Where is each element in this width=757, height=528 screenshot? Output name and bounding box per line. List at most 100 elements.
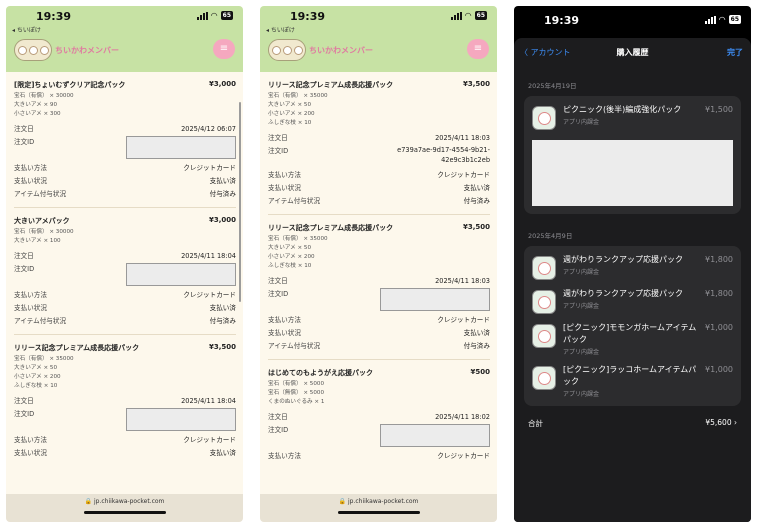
item-price: ¥1,800 — [705, 289, 733, 298]
order-detail: 大きいアメ × 100 — [14, 238, 61, 244]
grant-label: アイテム付与状況 — [268, 197, 321, 205]
order-price: ¥3,500 — [462, 223, 490, 231]
menu-button[interactable]: ≡ — [213, 39, 235, 59]
payment-label: 支払い方法 — [14, 164, 47, 172]
order-date: 2025/4/11 18:02 — [435, 413, 490, 421]
app-icon — [532, 366, 556, 390]
menu-button[interactable]: ≡ — [467, 39, 489, 59]
redacted-area — [532, 140, 733, 206]
browser-address-bar[interactable]: 🔒 jp.chiikawa-pocket.com — [6, 494, 243, 522]
redacted-order-id — [380, 288, 490, 311]
pay-status-label: 支払い状況 — [268, 184, 301, 192]
order-card: [限定]ちょいむずクリア記念パック ¥3,000 宝石（有償） × 30000 大… — [14, 72, 236, 208]
site-header: 19:39 ◂ ちいぽけ ◠ 65 ちいかわメンバー ≡ — [260, 6, 497, 72]
payment-value: クレジットカード — [437, 316, 490, 324]
order-date: 2025/4/12 06:07 — [181, 125, 236, 133]
site-logo[interactable]: ちいかわメンバー — [268, 39, 373, 61]
order-detail: 宝石（有償） × 5000 — [268, 381, 325, 387]
grant-value: 付与済み — [463, 342, 490, 350]
pay-status-value: 支払い済 — [209, 449, 236, 457]
total-value: ¥5,600 › — [705, 418, 737, 427]
order-id-label: 注文ID — [268, 426, 289, 434]
logo-characters-icon — [14, 39, 52, 61]
item-category: アプリ内課金 — [563, 349, 600, 356]
grant-label: アイテム付与状況 — [268, 342, 321, 350]
purchase-group: ピクニック(後半)編成強化パック アプリ内課金 ¥1,500 — [524, 96, 741, 214]
order-card: はじめてのもようがえ応援パック ¥500 宝石（有償） × 5000 宝石（無償）… — [268, 360, 490, 469]
back-to-app-link[interactable]: ◂ ちいぽけ — [12, 25, 41, 34]
purchase-item[interactable]: 週がわりランクアップ応援パック アプリ内課金 ¥1,800 — [532, 284, 733, 318]
browser-address-bar[interactable]: 🔒 jp.chiikawa-pocket.com — [260, 494, 497, 522]
purchase-item[interactable]: [ピクニック]モモンガホームアイテムパック アプリ内課金 ¥1,000 — [532, 318, 733, 360]
date-label: 注文日 — [268, 277, 288, 285]
scrollbar[interactable] — [239, 102, 241, 302]
date-label: 注文日 — [268, 413, 288, 421]
item-category: アプリ内課金 — [563, 391, 600, 398]
order-detail: 宝石（有償） × 35000 — [268, 236, 328, 242]
order-price: ¥3,000 — [208, 216, 236, 224]
purchase-history-list: 2025年4月19日 ピクニック(後半)編成強化パック アプリ内課金 ¥1,500… — [514, 68, 751, 522]
grant-value: 付与済み — [463, 197, 490, 205]
order-detail: 宝石（有償） × 35000 — [14, 356, 74, 362]
payment-value: クレジットカード — [437, 452, 490, 460]
signal-icon — [450, 11, 462, 20]
status-bar: 19:39 ◠ 65 — [514, 6, 751, 30]
order-title: リリース記念プレミアム成長応援パック — [268, 224, 394, 232]
order-date: 2025/4/11 18:03 — [435, 134, 490, 142]
payment-label: 支払い方法 — [14, 436, 47, 444]
order-detail: ふしぎな枝 × 10 — [268, 263, 312, 269]
order-date: 2025/4/11 18:04 — [181, 397, 236, 405]
payment-value: クレジットカード — [183, 164, 236, 172]
order-id-label: 注文ID — [14, 265, 35, 273]
status-time: 19:39 — [290, 10, 326, 23]
back-to-app-link[interactable]: ◂ ちいぽけ — [266, 25, 295, 34]
battery-icon: 65 — [728, 15, 741, 24]
app-icon — [532, 106, 556, 130]
item-price: ¥1,800 — [705, 255, 733, 264]
order-price: ¥3,500 — [208, 343, 236, 351]
item-price: ¥1,000 — [705, 365, 733, 374]
order-title: 大きいアメパック — [14, 217, 70, 225]
order-detail: 大きいアメ × 50 — [268, 245, 312, 251]
order-date: 2025/4/11 18:03 — [435, 277, 490, 285]
order-detail: 小さいアメ × 200 — [268, 254, 315, 260]
pay-status-label: 支払い状況 — [14, 449, 47, 457]
purchase-item[interactable]: ピクニック(後半)編成強化パック アプリ内課金 ¥1,500 — [532, 100, 733, 134]
order-id-label: 注文ID — [268, 290, 289, 298]
pay-status-label: 支払い状況 — [268, 329, 301, 337]
pay-status-label: 支払い状況 — [14, 177, 47, 185]
status-time: 19:39 — [36, 10, 72, 23]
nav-bar: 〈 アカウント 購入履歴 完了 — [514, 38, 751, 68]
total-row[interactable]: 合計 ¥5,600 › — [524, 406, 741, 429]
date-header: 2025年4月9日 — [528, 232, 573, 240]
site-logo[interactable]: ちいかわメンバー — [14, 39, 119, 61]
item-category: アプリ内課金 — [563, 303, 600, 310]
pay-status-value: 支払い済 — [209, 177, 236, 185]
status-bar: 19:39 ◂ ちいぽけ ◠ 65 — [260, 6, 497, 34]
page-title: 購入履歴 — [616, 48, 649, 57]
pay-status-value: 支払い済 — [209, 304, 236, 312]
grant-label: アイテム付与状況 — [14, 317, 67, 325]
redacted-order-id — [380, 424, 490, 447]
total-label: 合計 — [528, 419, 543, 428]
payment-label: 支払い方法 — [268, 316, 301, 324]
order-detail: 小さいアメ × 200 — [268, 111, 315, 117]
phone-1-order-history: 19:39 ◂ ちいぽけ ◠ 65 ちいかわメンバー ≡ [限定]ちょいむずクリア… — [6, 6, 243, 522]
redacted-order-id — [126, 263, 236, 286]
order-detail: 小さいアメ × 300 — [14, 111, 61, 117]
purchase-item[interactable]: 週がわりランクアップ応援パック アプリ内課金 ¥1,800 — [532, 250, 733, 284]
purchase-item[interactable]: [ピクニック]ラッコホームアイテムパックアプリ内課金 ¥1,000 — [532, 360, 733, 402]
order-card: リリース記念プレミアム成長応援パック ¥3,500 宝石（有償） × 35000 … — [268, 72, 490, 215]
item-name: ピクニック(後半)編成強化パック — [563, 105, 682, 114]
order-id-label: 注文ID — [14, 138, 35, 146]
done-button[interactable]: 完了 — [727, 47, 743, 58]
item-name: [ピクニック]ラッコホームアイテムパック — [563, 365, 697, 386]
home-indicator — [83, 511, 166, 514]
logo-text: ちいかわメンバー — [309, 45, 373, 55]
order-detail: 大きいアメ × 50 — [268, 102, 312, 108]
order-card: リリース記念プレミアム成長応援パック ¥3,500 宝石（有償） × 35000 … — [14, 335, 236, 466]
payment-value: クレジットカード — [183, 436, 236, 444]
date-label: 注文日 — [14, 397, 34, 405]
order-title: [限定]ちょいむずクリア記念パック — [14, 81, 126, 89]
grant-label: アイテム付与状況 — [14, 190, 67, 198]
